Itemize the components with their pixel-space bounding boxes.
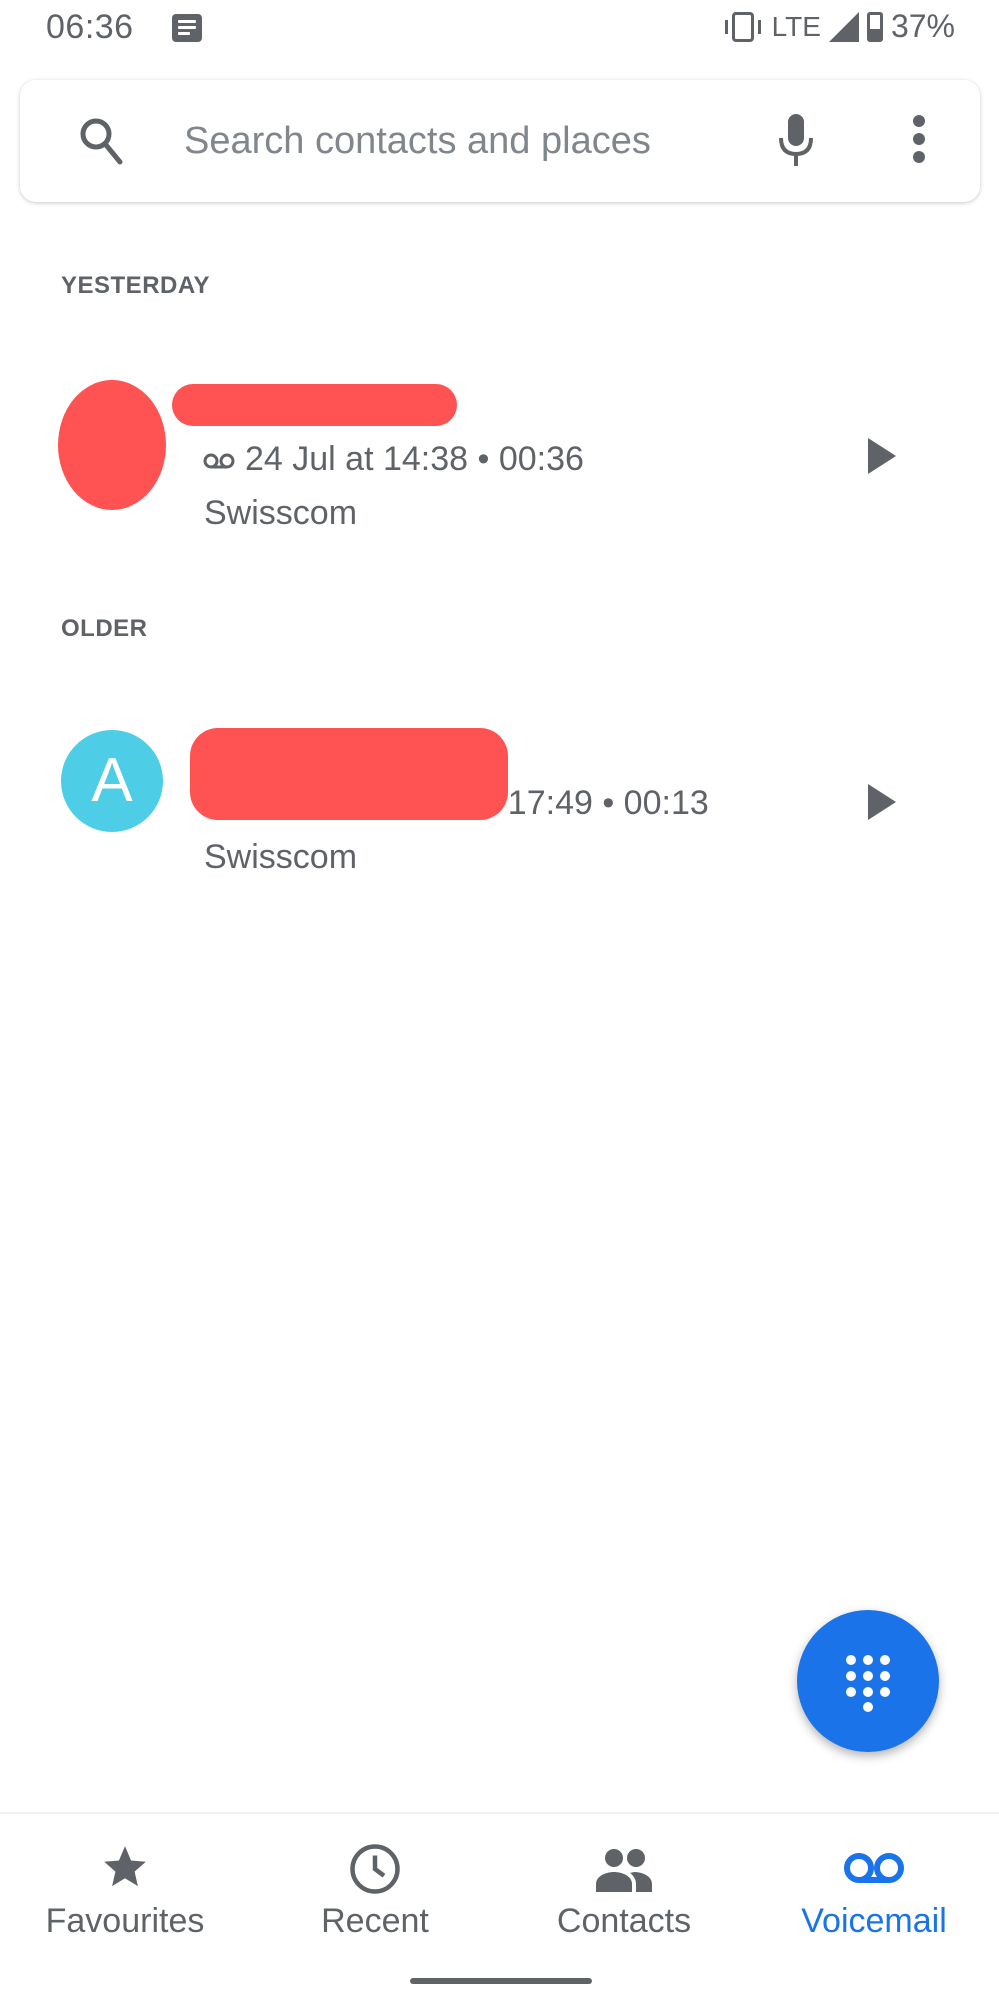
contact-name-redacted [190,728,508,820]
search-input[interactable]: Search contacts and places [184,120,651,163]
home-gesture-handle[interactable] [410,1978,592,1984]
dialpad-fab-button[interactable] [797,1610,939,1752]
tab-recent[interactable]: Recent [250,1814,500,1964]
play-icon[interactable] [868,784,896,820]
message-notification-icon [172,14,202,42]
battery-percent: 37% [890,8,955,44]
tab-label: Recent [321,1902,429,1940]
mic-icon[interactable] [776,112,816,173]
signal-icon [828,11,859,42]
battery-icon [866,11,883,42]
voicemail-meta: 24 Jul at 14:38 • 00:36 [203,440,584,479]
vibrate-icon [724,11,761,42]
tab-label: Contacts [556,1902,692,1940]
tab-favourites[interactable]: Favourites [0,1814,250,1964]
more-vert-icon[interactable] [912,114,926,169]
network-type: LTE [771,10,821,42]
avatar-redacted [58,380,166,510]
voicemail-date-duration: 24 Jul at 14:38 • 00:36 [245,440,584,478]
avatar-letter: A [91,746,133,815]
section-header-older: OLDER [61,615,148,642]
voicemail-list-item[interactable]: 24 Jul at 14:38 • 00:36 Swisscom [0,370,999,540]
status-bar: 06:36 LTE 37% [0,0,999,70]
star-icon [104,1846,146,1887]
voicemail-carrier: Swisscom [204,494,358,532]
section-header-yesterday: YESTERDAY [61,272,210,299]
voicemail-carrier: Swisscom [204,838,358,876]
search-bar[interactable]: Search contacts and places [20,80,980,202]
clock-icon [350,1844,400,1894]
voicemail-icon [844,1853,904,1883]
tab-label: Voicemail [801,1902,947,1940]
status-time: 06:36 [46,8,134,46]
people-icon [596,1849,652,1892]
voicemail-small-icon [203,440,235,479]
contact-name-redacted [172,384,457,426]
search-icon[interactable] [78,116,124,171]
tab-contacts[interactable]: Contacts [499,1814,749,1964]
tab-label: Favourites [45,1902,205,1940]
status-icons: LTE 37% [722,8,955,45]
play-icon[interactable] [868,438,896,474]
voicemail-list-item[interactable]: A at 17:49 • 00:13 Swisscom [0,720,999,890]
bottom-navigation: Favourites Recent Contacts Voicemail [0,1812,999,2002]
avatar: A [61,730,163,832]
dialpad-icon [846,1655,890,1712]
tab-voicemail[interactable]: Voicemail [749,1814,999,1964]
